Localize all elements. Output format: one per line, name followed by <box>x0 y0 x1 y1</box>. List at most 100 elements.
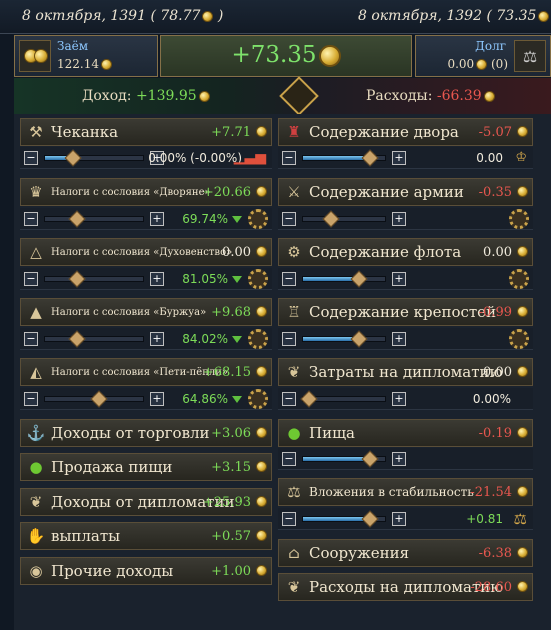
gear-icon[interactable] <box>248 209 268 229</box>
budget-row[interactable]: ⚔ Содержание армии -0.35 <box>278 178 533 206</box>
row-value: -0.99 <box>478 304 512 320</box>
budget-row[interactable]: ♖ Содержание крепостей -0.99 <box>278 298 533 326</box>
minus-button[interactable]: − <box>282 212 296 226</box>
slider-track[interactable] <box>302 149 386 167</box>
slider-track[interactable] <box>44 210 144 228</box>
debt-value: 0.00 (0) <box>447 57 508 71</box>
minus-button[interactable]: − <box>24 392 38 406</box>
slider-handle[interactable] <box>68 210 86 228</box>
date-bar: 8 октября, 1391 ( 78.77 ) 8 октября, 139… <box>0 0 551 34</box>
slider-handle[interactable] <box>361 450 379 468</box>
plus-button[interactable]: + <box>150 212 164 226</box>
plus-button[interactable]: + <box>392 151 406 165</box>
budget-row[interactable]: ✋ выплаты +0.57 <box>20 522 272 550</box>
budget-row[interactable]: ❦ Расходы на дипломатию -28.60 <box>278 573 533 601</box>
row-value: +0.57 <box>211 528 251 544</box>
percent-label: 0.00 <box>476 151 503 165</box>
budget-row[interactable]: ♜ Содержание двора -5.07 <box>278 118 533 146</box>
dove-icon: ❦ <box>287 362 301 381</box>
debt-panel[interactable]: Долг 0.00 (0) ⚖ <box>415 35 551 77</box>
minus-button[interactable]: − <box>24 212 38 226</box>
coins-icon: ◉ <box>29 561 43 580</box>
crown-icon[interactable]: ♔ <box>515 150 527 165</box>
slider-handle[interactable] <box>322 210 340 228</box>
slider-track[interactable] <box>44 270 144 288</box>
emblem-icon <box>279 76 319 116</box>
slider-handle[interactable] <box>361 510 379 528</box>
plus-button[interactable]: + <box>392 392 406 406</box>
gear-icon[interactable] <box>248 329 268 349</box>
slider-track[interactable] <box>302 210 386 228</box>
loan-panel[interactable]: Заём 122.14 <box>14 35 158 77</box>
minus-button[interactable]: − <box>282 512 296 526</box>
plus-button[interactable]: + <box>392 512 406 526</box>
budget-row[interactable]: ⚒ Чеканка +7.71 <box>20 118 272 146</box>
gear-icon[interactable] <box>248 269 268 289</box>
slider-control: − + <box>278 268 533 290</box>
slider-handle[interactable] <box>350 330 368 348</box>
percent-label: 0.00% <box>472 392 511 406</box>
plus-button[interactable]: + <box>150 392 164 406</box>
budget-row[interactable]: ● Продажа пищи +3.15 <box>20 453 272 481</box>
budget-row[interactable]: ◭ Налоги с сословия «Пети-пёпли» +68.15 <box>20 358 272 386</box>
plus-button[interactable]: + <box>392 272 406 286</box>
slider-track[interactable] <box>44 330 144 348</box>
plus-button[interactable]: + <box>150 272 164 286</box>
gear-icon[interactable] <box>509 329 529 349</box>
slider-handle[interactable] <box>300 390 318 408</box>
slider-track[interactable] <box>44 149 144 167</box>
minus-button[interactable]: − <box>282 272 296 286</box>
gear-icon[interactable] <box>248 389 268 409</box>
budget-row[interactable]: ▲ Налоги с сословия «Буржуа» +9.68 <box>20 298 272 326</box>
coin-icon <box>517 186 528 197</box>
slider-handle[interactable] <box>68 270 86 288</box>
minus-button[interactable]: − <box>24 151 38 165</box>
slider-track[interactable] <box>302 450 386 468</box>
minus-button[interactable]: − <box>282 151 296 165</box>
slider-handle[interactable] <box>350 270 368 288</box>
slider-handle[interactable] <box>68 330 86 348</box>
minus-button[interactable]: − <box>282 452 296 466</box>
slider-track[interactable] <box>302 330 386 348</box>
gear-icon[interactable] <box>509 269 529 289</box>
row-value: 0.00 <box>483 244 512 260</box>
slider-track[interactable] <box>300 390 386 408</box>
plus-button[interactable]: + <box>392 212 406 226</box>
minus-button[interactable]: − <box>282 392 296 406</box>
budget-row[interactable]: ⚖ Вложения в стабильность -21.54 <box>278 478 533 506</box>
minus-button[interactable]: − <box>24 332 38 346</box>
budget-panel: ⚒ Чеканка +7.71− +0.00% (-0.00%) ▁▃▅ ♛ Налоги … <box>14 114 551 630</box>
budget-row[interactable]: ❦ Доходы от дипломатии +25.93 <box>20 488 272 516</box>
budget-row[interactable]: △ Налоги с сословия «Духовенство» 0.00 <box>20 238 272 266</box>
plus-button[interactable]: + <box>150 332 164 346</box>
budget-row[interactable]: ⌂ Сооружения -6.38 <box>278 539 533 567</box>
gear-icon[interactable] <box>509 209 529 229</box>
income-total: Доход: +139.95 <box>82 88 210 104</box>
slider-track[interactable] <box>44 390 144 408</box>
slider-handle[interactable] <box>361 149 379 167</box>
plus-button[interactable]: + <box>392 332 406 346</box>
row-value: +1.00 <box>211 563 251 579</box>
payment-icon: ✋ <box>26 526 46 545</box>
budget-row[interactable]: ⚓ Доходы от торговли +3.06 <box>20 419 272 447</box>
minus-button[interactable]: − <box>24 272 38 286</box>
slider-handle[interactable] <box>64 149 82 167</box>
scales-icon[interactable]: ⚖ <box>514 510 527 528</box>
slider-handle[interactable] <box>90 390 108 408</box>
minus-button[interactable]: − <box>282 332 296 346</box>
budget-row[interactable]: ♛ Налоги с сословия «Дворяне» +20.66 <box>20 178 272 206</box>
slider-track[interactable] <box>302 510 386 528</box>
budget-row[interactable]: ❦ Затраты на дипломатию 0.00 <box>278 358 533 386</box>
row-value: -0.35 <box>478 184 512 200</box>
budget-row[interactable]: ◉ Прочие доходы +1.00 <box>20 557 272 585</box>
budget-row[interactable]: ⚙ Содержание флота 0.00 <box>278 238 533 266</box>
plus-button[interactable]: + <box>392 452 406 466</box>
bar-chart-icon[interactable]: ▁▃▅ <box>234 149 266 165</box>
row-value: 0.00 <box>483 364 512 380</box>
row-value: +3.15 <box>211 459 251 475</box>
coin-icon <box>256 366 267 377</box>
budget-row[interactable]: ● Пища -0.19 <box>278 419 533 447</box>
slider-track[interactable] <box>302 270 386 288</box>
slider-control: − +84.02% <box>20 328 272 350</box>
dove-icon: ❦ <box>287 577 301 596</box>
